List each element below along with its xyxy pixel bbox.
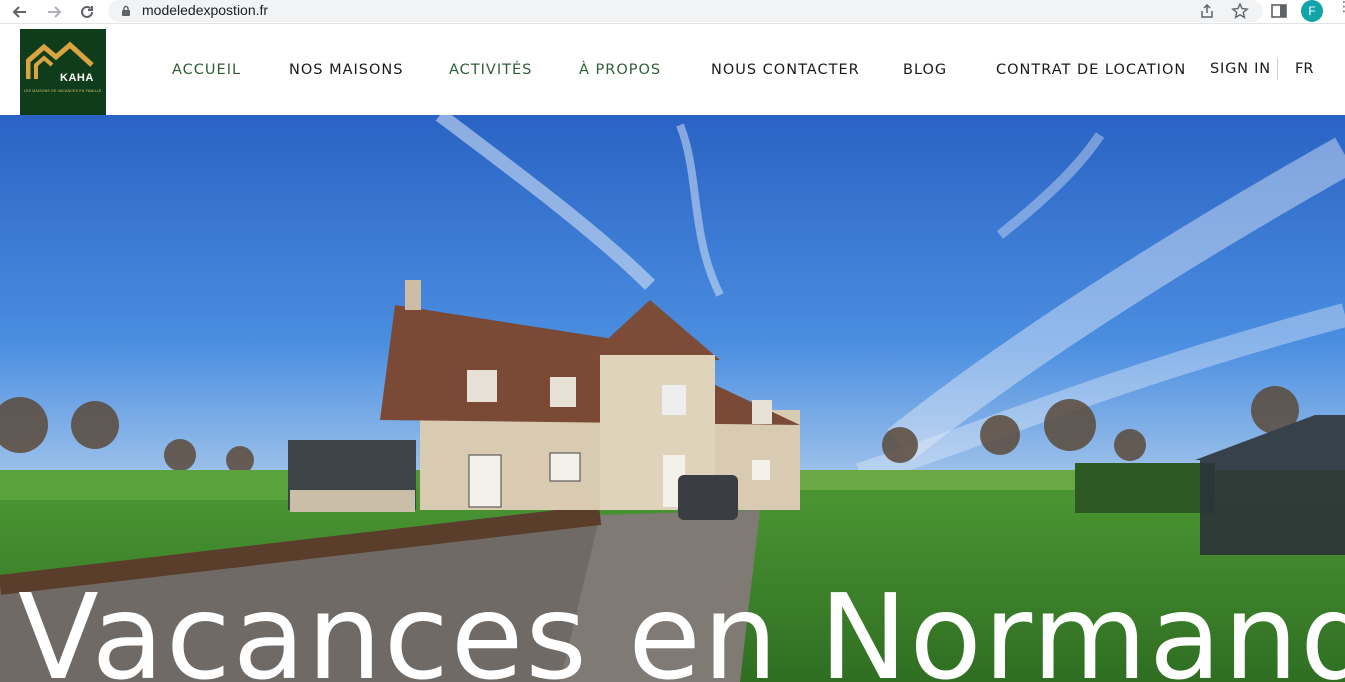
star-icon[interactable]: [1231, 2, 1249, 20]
nav-item-contrat-de-location[interactable]: CONTRAT DE LOCATION: [996, 62, 1186, 78]
back-icon[interactable]: [10, 2, 30, 22]
menu-icon[interactable]: ⋮: [1337, 0, 1345, 13]
address-bar[interactable]: modeledexpostion.fr: [108, 0, 1263, 22]
header-divider: [1277, 58, 1278, 80]
nav-item-blog[interactable]: BLOG: [903, 62, 947, 78]
logo-text: KAHA: [60, 72, 94, 84]
nav-item-nous-contacter[interactable]: NOUS CONTACTER: [711, 62, 860, 78]
share-icon[interactable]: [1198, 2, 1216, 20]
reload-icon[interactable]: [77, 2, 97, 22]
nav-item-accueil[interactable]: ACCUEIL: [172, 62, 241, 78]
sign-in-link[interactable]: SIGN IN: [1210, 61, 1271, 77]
hero-title: Vacances en Normandie: [18, 568, 1345, 682]
forward-icon[interactable]: [44, 2, 64, 22]
lock-icon: [122, 5, 130, 16]
site-header: KAHA LES MAISONS DE VACANCES EN FAMILLE …: [0, 28, 1345, 115]
nav-item-nos-maisons[interactable]: NOS MAISONS: [289, 62, 403, 78]
nav-item-a-propos[interactable]: À PROPOS: [579, 62, 661, 78]
language-selector[interactable]: FR: [1295, 61, 1313, 77]
nav-item-activites[interactable]: ACTIVITÉS: [449, 62, 532, 78]
browser-toolbar: modeledexpostion.fr F ⋮: [0, 0, 1345, 24]
hero-section: Vacances en Normandie: [0, 115, 1345, 682]
logo-tagline: LES MAISONS DE VACANCES EN FAMILLE: [24, 89, 102, 93]
url-text[interactable]: modeledexpostion.fr: [142, 2, 268, 18]
sidepanel-icon[interactable]: [1270, 2, 1288, 20]
logo[interactable]: KAHA LES MAISONS DE VACANCES EN FAMILLE: [20, 29, 106, 115]
profile-avatar[interactable]: F: [1301, 0, 1323, 22]
